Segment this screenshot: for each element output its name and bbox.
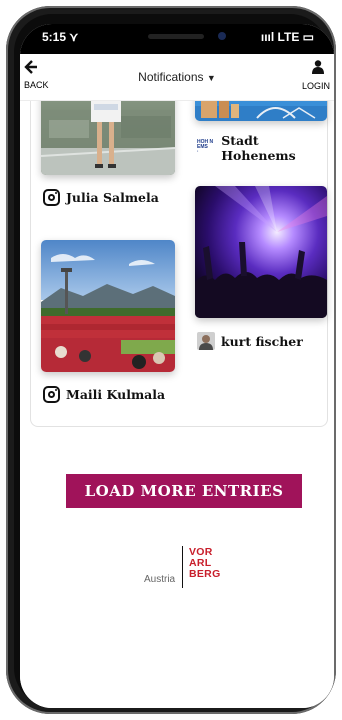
post-caption-kurt-fischer[interactable]: kurt fischer: [197, 332, 303, 350]
avatar-icon: [197, 332, 215, 350]
photo-icon: [195, 186, 327, 318]
feed-grid: Julia Salmela HOH N EMS · Stadt Hohenems…: [30, 90, 328, 427]
back-label: BACK: [24, 80, 49, 90]
login-button[interactable]: LOGIN: [290, 60, 330, 91]
feed-content: Julia Salmela HOH N EMS · Stadt Hohenems…: [20, 90, 334, 708]
notch: [106, 24, 250, 52]
back-arrow-icon: [24, 60, 37, 74]
instagram-icon: [43, 189, 60, 206]
phone-screen: 5:15 ⋎ ıııl LTE ▭ BACK Notifications ▼ L…: [20, 24, 334, 708]
post-image-julia-salmela[interactable]: [41, 90, 175, 175]
login-label: LOGIN: [301, 81, 330, 91]
status-time: 5:15 ⋎: [42, 30, 79, 44]
post-caption-julia-salmela[interactable]: Julia Salmela: [43, 189, 159, 206]
post-author: Julia Salmela: [66, 190, 159, 205]
post-author: kurt fischer: [221, 333, 303, 349]
photo-icon: [41, 90, 175, 175]
load-more-button[interactable]: LOAD MORE ENTRIES: [66, 474, 302, 508]
top-bar: BACK Notifications ▼ LOGIN: [20, 54, 334, 101]
caret-down-icon: ▼: [206, 73, 216, 83]
logo-line-3: BERG: [189, 568, 221, 580]
logo-icon: HOH N EMS ·: [197, 139, 214, 155]
signal-indicator: ıııl LTE ▭: [260, 30, 314, 44]
logo-country: Austria: [144, 574, 176, 585]
instagram-icon: [43, 386, 60, 403]
logo-brand: VOR ARL BERG: [189, 547, 221, 580]
post-caption-maili-kulmala[interactable]: Maili Kulmala: [43, 386, 165, 403]
user-icon: [312, 60, 324, 74]
post-author: Stadt Hohenems: [221, 133, 296, 163]
page-title: Notifications: [138, 70, 204, 84]
post-image-maili-kulmala[interactable]: [41, 240, 175, 372]
camera-icon: [218, 32, 226, 40]
phone-frame: 5:15 ⋎ ıııl LTE ▭ BACK Notifications ▼ L…: [6, 6, 336, 714]
photo-icon: [41, 240, 175, 372]
back-button[interactable]: BACK: [24, 60, 64, 90]
post-image-kurt-fischer[interactable]: [195, 186, 327, 318]
notifications-dropdown[interactable]: Notifications ▼: [110, 70, 244, 84]
post-caption-stadt-hohenems[interactable]: HOH N EMS · Stadt Hohenems: [197, 133, 327, 163]
speaker-grille: [148, 34, 204, 39]
post-author: Maili Kulmala: [66, 387, 166, 402]
